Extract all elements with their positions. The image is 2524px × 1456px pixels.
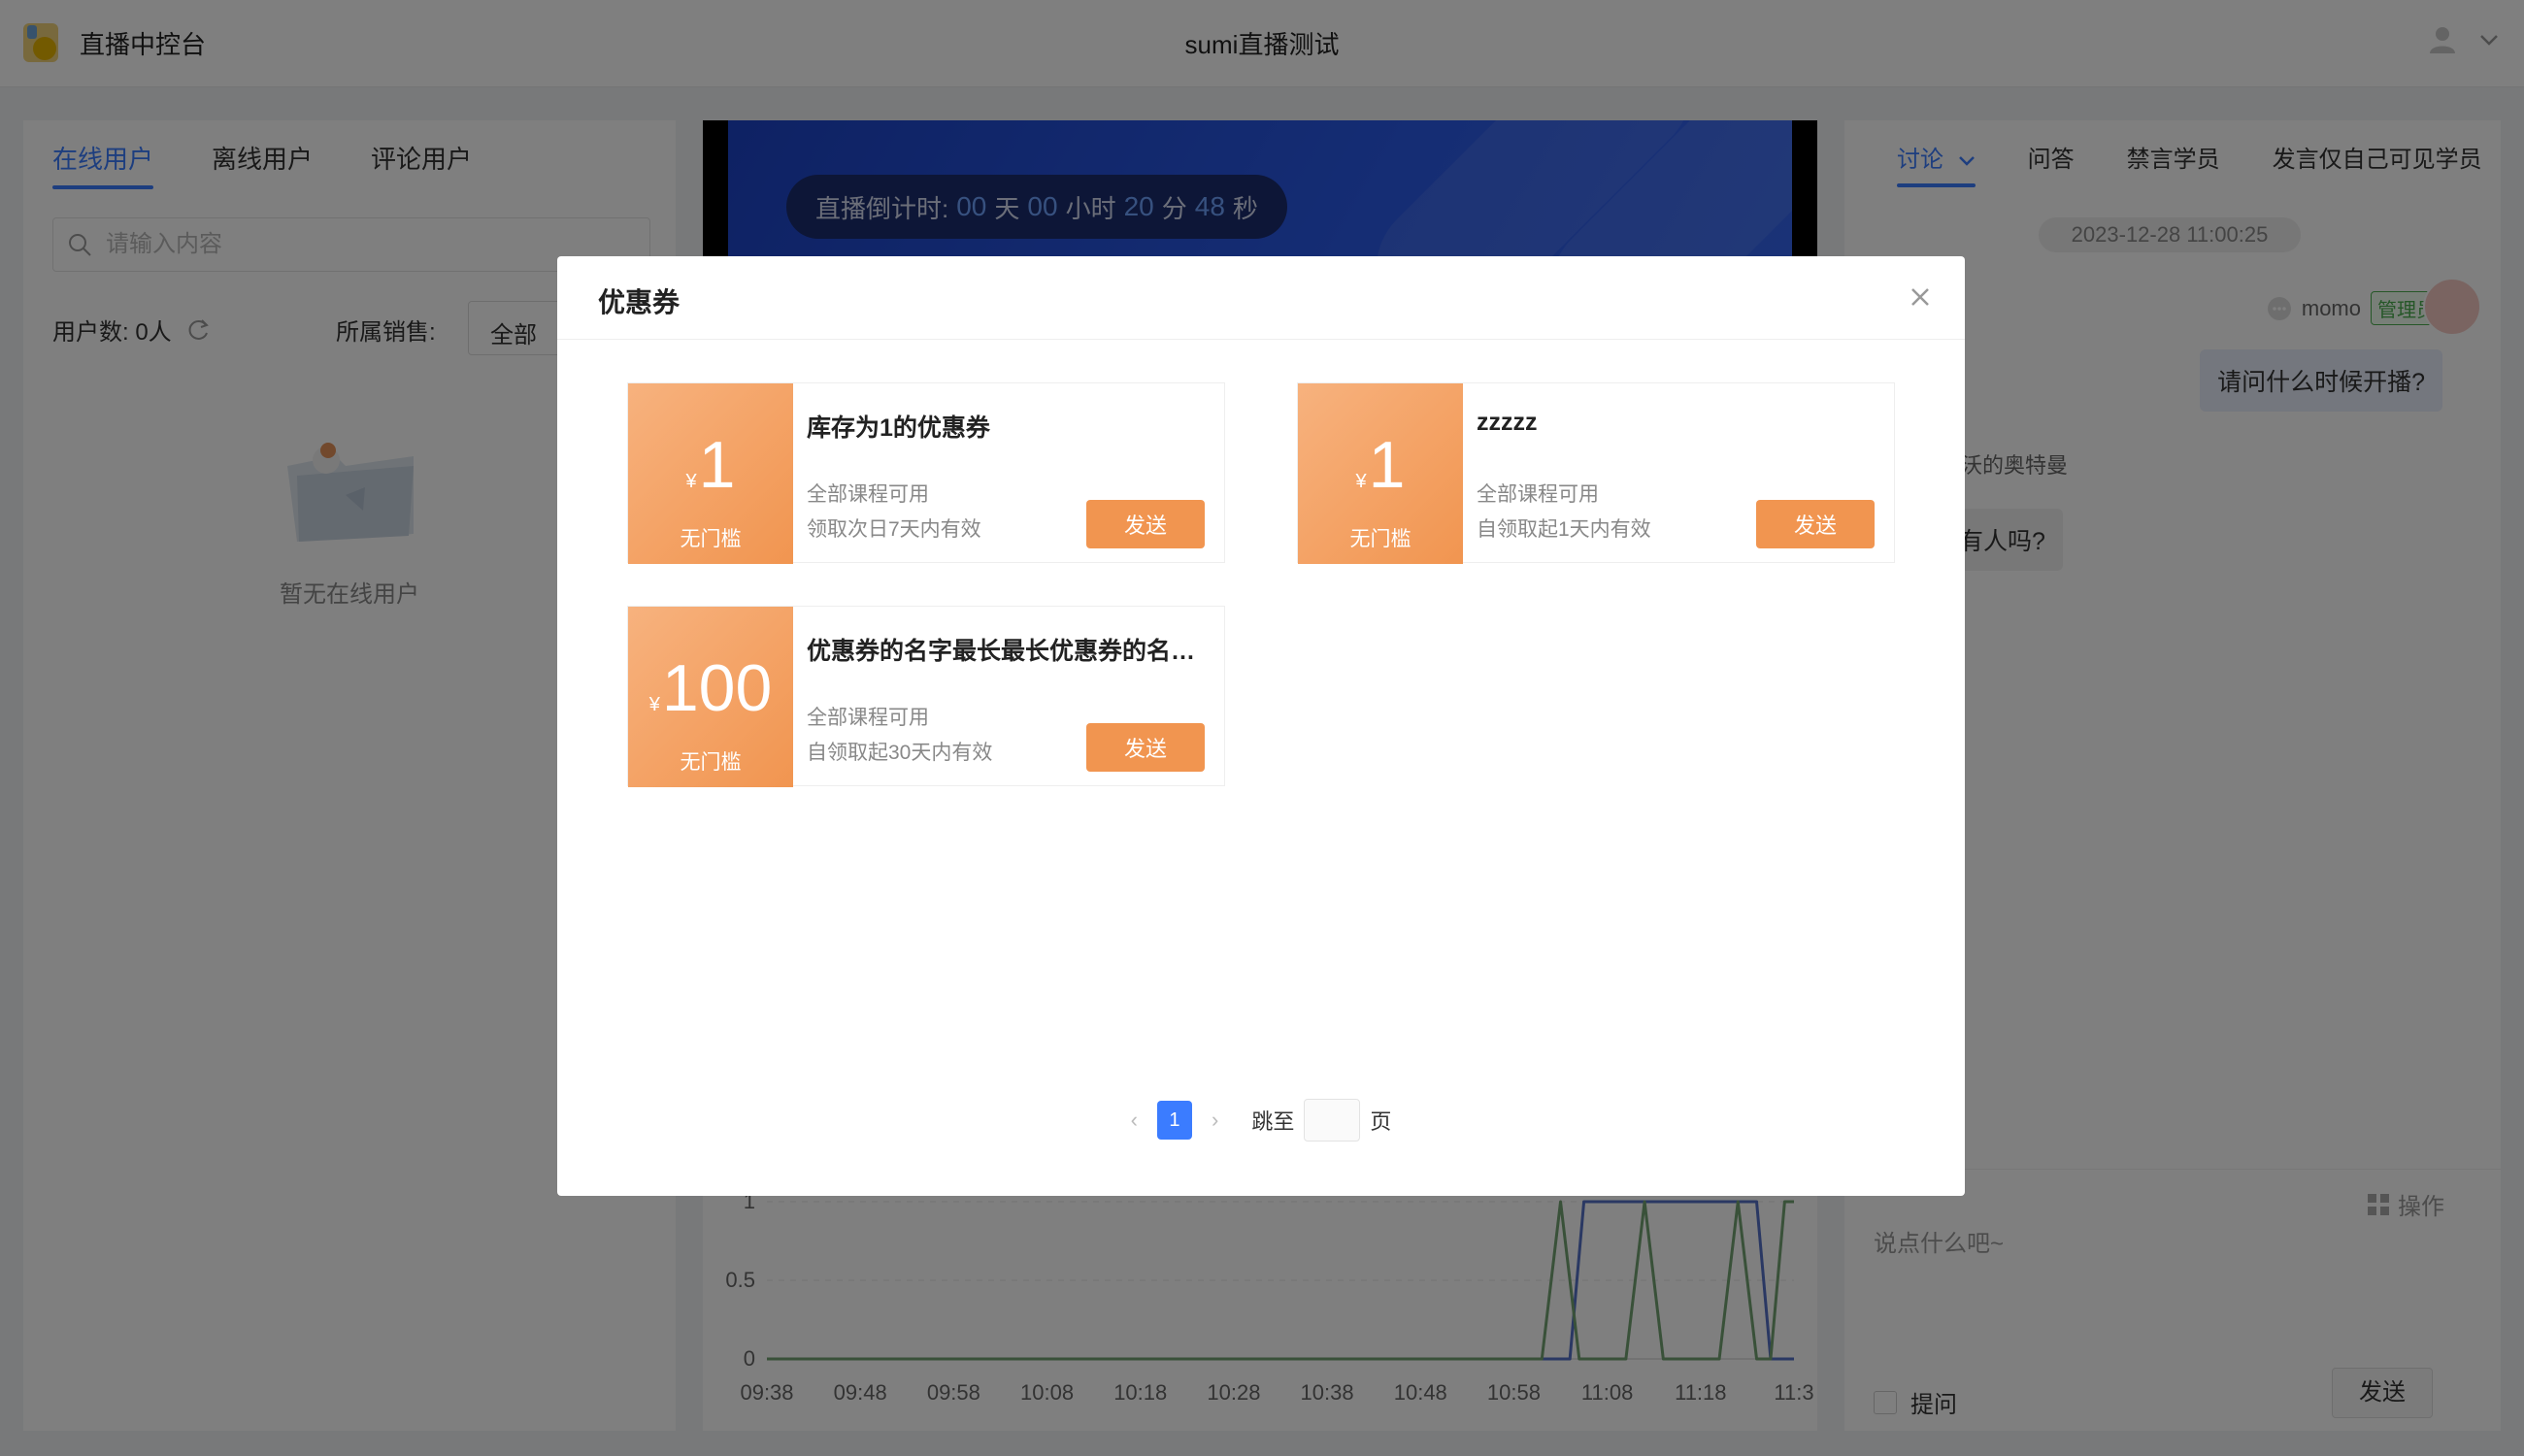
coupon-condition: 无门槛 [1349,528,1411,550]
coupon-scope: 全部课程可用 [807,707,929,729]
send-coupon-button[interactable]: 发送 [1756,500,1875,548]
coupon-card: ¥1 无门槛 zzzzz 全部课程可用 自领取起1天内有效 发送 [1297,382,1895,564]
coupon-value-block: ¥100 无门槛 [628,607,793,787]
send-coupon-button[interactable]: 发送 [1086,500,1205,548]
coupon-name: 库存为1的优惠券 [807,414,990,442]
coupon-amount: ¥1 [628,426,793,504]
page-jump-input[interactable] [1304,1099,1361,1142]
coupon-value-block: ¥1 无门槛 [1298,383,1463,564]
modal-title: 优惠券 [598,287,681,317]
coupon-condition: 无门槛 [680,528,742,550]
pagination: ‹ 1 › 跳至 页 [557,1099,1965,1142]
coupon-card: ¥100 无门槛 优惠券的名字最长最长优惠券的名字最长最长 全部课程可用 自领取… [627,606,1225,787]
page-jump: 跳至 页 [1251,1099,1391,1142]
coupon-scope: 全部课程可用 [1477,483,1599,506]
page-label: 页 [1370,1109,1392,1134]
coupon-currency: ¥ [648,694,660,715]
coupon-modal: 优惠券 ¥1 无门槛 库存为1的优惠券 全部课程可用 领取次日7天内有效 发送 … [557,256,1965,1196]
coupon-value: 1 [698,428,736,502]
coupon-condition: 无门槛 [680,751,742,774]
coupon-validity: 领取次日7天内有效 [807,518,981,541]
coupon-name: zzzzz [1477,409,1538,436]
coupon-validity: 自领取起1天内有效 [1477,518,1651,541]
coupon-scope: 全部课程可用 [807,483,929,506]
send-coupon-button[interactable]: 发送 [1086,723,1205,772]
coupon-value: 100 [661,651,773,725]
coupon-value-block: ¥1 无门槛 [628,383,793,564]
coupon-validity: 自领取起30天内有效 [807,742,993,764]
coupon-currency: ¥ [685,471,697,492]
coupon-amount: ¥1 [1298,426,1463,504]
coupon-currency: ¥ [1355,471,1367,492]
coupon-card: ¥1 无门槛 库存为1的优惠券 全部课程可用 领取次日7天内有效 发送 [627,382,1225,564]
jump-label: 跳至 [1251,1109,1295,1134]
next-page-icon[interactable]: › [1212,1108,1218,1133]
close-icon[interactable] [1905,281,1936,313]
modal-header: 优惠券 [557,256,1965,340]
coupon-amount: ¥100 [628,649,793,727]
page-number[interactable]: 1 [1156,1101,1192,1140]
coupon-name: 优惠券的名字最长最长优惠券的名字最长最长 [807,638,1214,665]
coupon-value: 1 [1368,428,1406,502]
prev-page-icon[interactable]: ‹ [1131,1108,1138,1133]
